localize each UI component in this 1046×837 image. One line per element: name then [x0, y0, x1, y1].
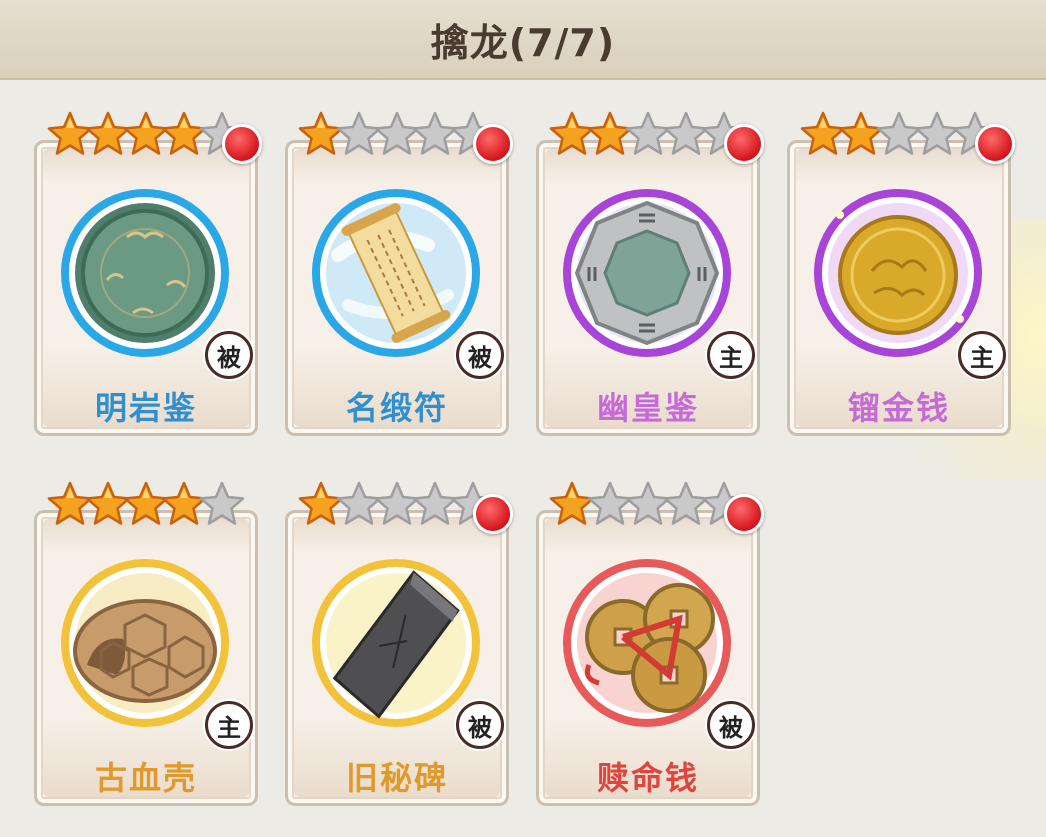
notification-dot — [222, 124, 262, 164]
star-rating — [548, 480, 747, 528]
page-title: 擒龙(7/7) — [430, 20, 616, 65]
artifact-card[interactable]: 被明岩鉴 — [34, 110, 274, 440]
tortoise-shell-icon — [57, 555, 233, 731]
card-frame: 主幽皇鉴 — [536, 140, 760, 436]
star-rating — [297, 480, 496, 528]
notification-dot — [724, 124, 764, 164]
scroll-talisman-icon — [308, 185, 484, 361]
card-frame: 主古血壳 — [34, 510, 258, 806]
artifact-card[interactable]: 被赎命钱 — [536, 480, 776, 810]
notification-dot — [975, 124, 1015, 164]
card-frame: 主镏金钱 — [787, 140, 1011, 436]
stone-tablet-icon — [308, 555, 484, 731]
title-bar: 擒龙(7/7) — [0, 0, 1046, 80]
copper-coins-icon — [559, 555, 735, 731]
jade-mirror-icon — [57, 185, 233, 361]
star-rating — [46, 480, 245, 528]
active-skill-badge: 主 — [707, 331, 755, 379]
artifact-card[interactable]: 主幽皇鉴 — [536, 110, 776, 440]
passive-skill-badge: 被 — [707, 701, 755, 749]
card-frame: 被赎命钱 — [536, 510, 760, 806]
artifact-card[interactable]: 主古血壳 — [34, 480, 274, 810]
card-frame: 被明岩鉴 — [34, 140, 258, 436]
artifact-name: 赎命钱 — [596, 759, 699, 797]
notification-dot — [473, 494, 513, 534]
card-frame: 被名缎符 — [285, 140, 509, 436]
gold-coin-icon — [810, 185, 986, 361]
active-skill-badge: 主 — [958, 331, 1006, 379]
passive-skill-badge: 被 — [456, 331, 504, 379]
artifact-name: 幽皇鉴 — [596, 389, 699, 427]
artifact-card[interactable]: 主镏金钱 — [787, 110, 1027, 440]
notification-dot — [724, 494, 764, 534]
artifact-name: 旧秘碑 — [345, 759, 448, 797]
card-frame: 被旧秘碑 — [285, 510, 509, 806]
artifact-name: 明岩鉴 — [94, 389, 197, 427]
artifact-card[interactable]: 被旧秘碑 — [285, 480, 525, 810]
passive-skill-badge: 被 — [456, 701, 504, 749]
artifact-name: 古血壳 — [94, 759, 197, 797]
star-rating — [297, 110, 496, 158]
artifact-name: 镏金钱 — [847, 389, 950, 427]
active-skill-badge: 主 — [205, 701, 253, 749]
notification-dot — [473, 124, 513, 164]
bagua-mirror-icon — [559, 185, 735, 361]
passive-skill-badge: 被 — [205, 331, 253, 379]
star-rating — [799, 110, 998, 158]
star-rating — [548, 110, 747, 158]
artifact-name: 名缎符 — [345, 389, 448, 427]
star-rating — [46, 110, 245, 158]
star-empty-icon — [199, 481, 245, 525]
artifact-card[interactable]: 被名缎符 — [285, 110, 525, 440]
